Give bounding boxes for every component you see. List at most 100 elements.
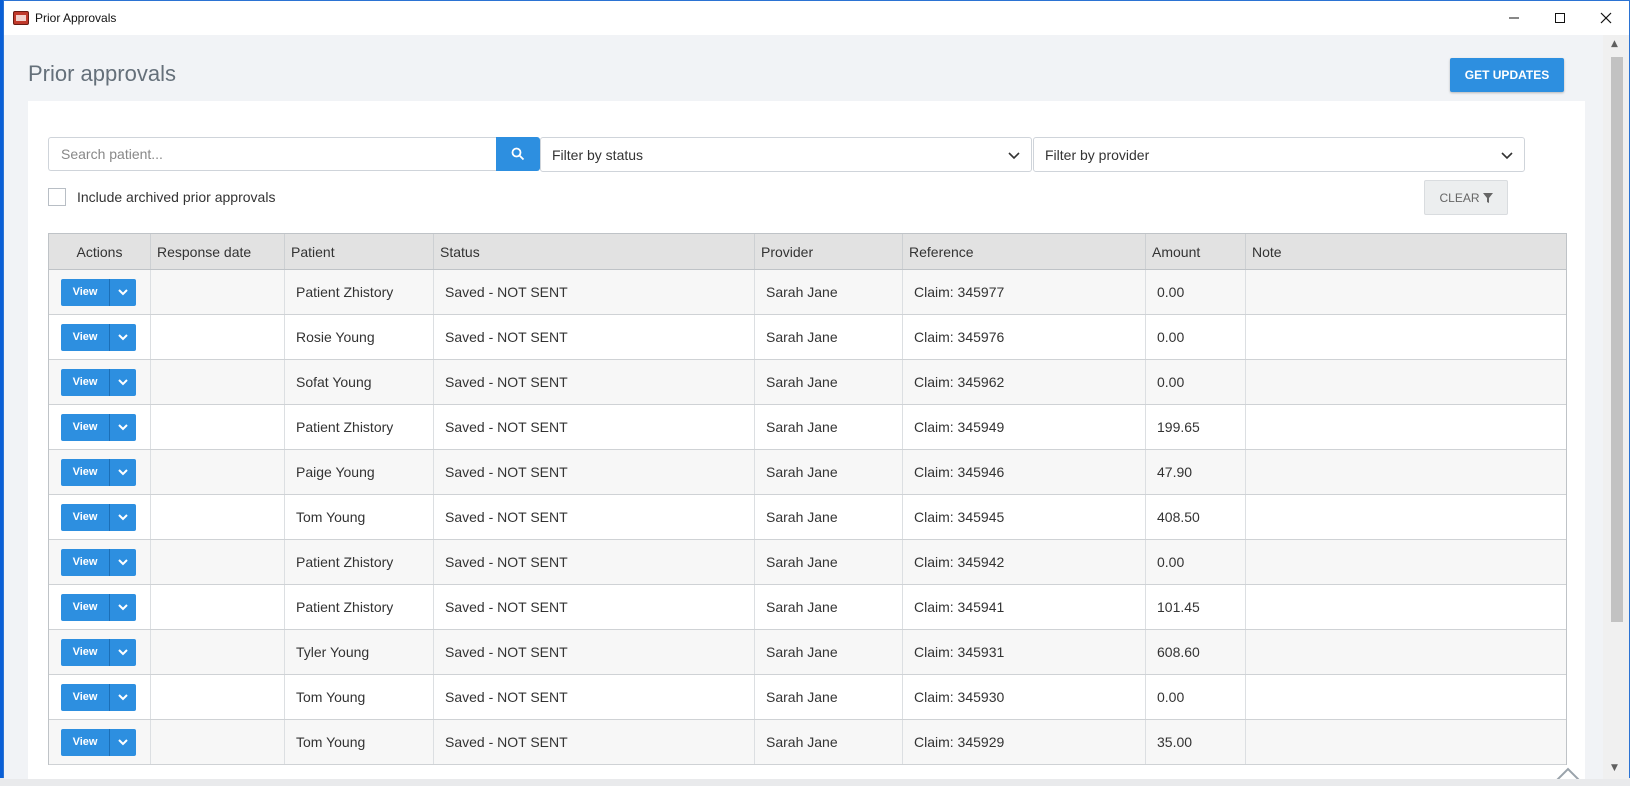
reference-cell: Claim: 345962 xyxy=(903,360,1146,404)
view-dropdown-toggle[interactable] xyxy=(109,323,136,351)
note-cell xyxy=(1246,720,1566,764)
view-dropdown-toggle[interactable] xyxy=(109,413,136,441)
clear-filters-button[interactable]: CLEAR xyxy=(1424,180,1508,215)
include-archived-checkbox[interactable] xyxy=(48,188,66,206)
view-dropdown-toggle[interactable] xyxy=(109,503,136,531)
scroll-down-icon[interactable]: ▼ xyxy=(1611,763,1618,773)
view-split-button: View xyxy=(61,638,136,666)
view-split-button: View xyxy=(61,278,136,306)
response-date-cell xyxy=(151,720,285,764)
note-cell xyxy=(1246,270,1566,314)
amount-cell: 0.00 xyxy=(1146,315,1246,359)
provider-cell: Sarah Jane xyxy=(755,315,903,359)
header-patient[interactable]: Patient xyxy=(285,234,434,269)
maximize-button[interactable] xyxy=(1537,1,1583,35)
view-dropdown-toggle[interactable] xyxy=(109,683,136,711)
view-split-button: View xyxy=(61,503,136,531)
header-reference[interactable]: Reference xyxy=(903,234,1146,269)
status-cell: Saved - NOT SENT xyxy=(434,630,755,674)
view-button[interactable]: View xyxy=(61,278,109,306)
table-row[interactable]: View Paige Young Saved - NOT SENT Sarah Jan… xyxy=(49,450,1566,495)
header-note[interactable]: Note xyxy=(1246,234,1566,269)
chevron-down-icon xyxy=(118,694,128,701)
view-button[interactable]: View xyxy=(61,548,109,576)
reference-cell: Claim: 345945 xyxy=(903,495,1146,539)
scroll-to-top-button[interactable] xyxy=(1550,765,1586,779)
scrollbar-thumb[interactable] xyxy=(1611,57,1623,622)
status-cell: Saved - NOT SENT xyxy=(434,675,755,719)
note-cell xyxy=(1246,495,1566,539)
view-button[interactable]: View xyxy=(61,323,109,351)
view-dropdown-toggle[interactable] xyxy=(109,638,136,666)
patient-cell: Tom Young xyxy=(285,495,434,539)
status-cell: Saved - NOT SENT xyxy=(434,360,755,404)
chevron-down-icon xyxy=(118,514,128,521)
provider-filter-select[interactable]: Filter by provider xyxy=(1033,137,1525,172)
table-row[interactable]: View Patient Zhistory Saved - NOT SENT Sara… xyxy=(49,540,1566,585)
patient-cell: Tyler Young xyxy=(285,630,434,674)
window-controls xyxy=(1491,1,1629,35)
note-cell xyxy=(1246,675,1566,719)
view-dropdown-toggle[interactable] xyxy=(109,368,136,396)
provider-cell: Sarah Jane xyxy=(755,585,903,629)
chevron-down-icon xyxy=(118,289,128,296)
filter-icon xyxy=(1482,192,1493,203)
header-response-date[interactable]: Response date xyxy=(151,234,285,269)
status-filter-value: Filter by status xyxy=(552,146,644,163)
view-button[interactable]: View xyxy=(61,728,109,756)
table-row[interactable]: View Tyler Young Saved - NOT SENT Sarah Jan… xyxy=(49,630,1566,675)
header-provider[interactable]: Provider xyxy=(755,234,903,269)
view-button[interactable]: View xyxy=(61,593,109,621)
close-button[interactable] xyxy=(1583,1,1629,35)
patient-cell: Tom Young xyxy=(285,675,434,719)
view-button[interactable]: View xyxy=(61,458,109,486)
scroll-up-icon[interactable]: ▲ xyxy=(1611,39,1618,49)
table-row[interactable]: View Rosie Young Saved - NOT SENT Sarah Jan… xyxy=(49,315,1566,360)
actions-cell: View xyxy=(49,360,151,404)
search-button[interactable] xyxy=(496,137,540,171)
patient-cell: Tom Young xyxy=(285,720,434,764)
table-row[interactable]: View Tom Young Saved - NOT SENT Sarah Jane C… xyxy=(49,495,1566,540)
amount-cell: 199.65 xyxy=(1146,405,1246,449)
get-updates-button[interactable]: GET UPDATES xyxy=(1450,58,1564,92)
table-row[interactable]: View Tom Young Saved - NOT SENT Sarah Jane C… xyxy=(49,675,1566,720)
table-row[interactable]: View Tom Young Saved - NOT SENT Sarah Jane C… xyxy=(49,720,1566,765)
chevron-down-icon xyxy=(118,424,128,431)
header-amount[interactable]: Amount xyxy=(1146,234,1246,269)
actions-cell: View xyxy=(49,675,151,719)
close-icon xyxy=(1600,12,1612,24)
table-row[interactable]: View Sofat Young Saved - NOT SENT Sarah Jan… xyxy=(49,360,1566,405)
minimize-button[interactable] xyxy=(1491,1,1537,35)
view-button[interactable]: View xyxy=(61,638,109,666)
note-cell xyxy=(1246,450,1566,494)
view-button[interactable]: View xyxy=(61,503,109,531)
view-dropdown-toggle[interactable] xyxy=(109,593,136,621)
actions-cell: View xyxy=(49,720,151,764)
status-filter-select[interactable]: Filter by status xyxy=(540,137,1032,172)
patient-cell: Paige Young xyxy=(285,450,434,494)
chevron-down-icon xyxy=(1008,152,1020,160)
patient-cell: Patient Zhistory xyxy=(285,540,434,584)
patient-cell: Rosie Young xyxy=(285,315,434,359)
view-dropdown-toggle[interactable] xyxy=(109,458,136,486)
note-cell xyxy=(1246,315,1566,359)
view-split-button: View xyxy=(61,413,136,441)
response-date-cell xyxy=(151,495,285,539)
provider-cell: Sarah Jane xyxy=(755,405,903,449)
search-icon xyxy=(511,147,525,161)
vertical-scrollbar[interactable]: ▲ ▼ xyxy=(1603,35,1629,779)
view-dropdown-toggle[interactable] xyxy=(109,728,136,756)
amount-cell: 101.45 xyxy=(1146,585,1246,629)
view-dropdown-toggle[interactable] xyxy=(109,548,136,576)
table-row[interactable]: View Patient Zhistory Saved - NOT SENT Sara… xyxy=(49,585,1566,630)
include-archived-label[interactable]: Include archived prior approvals xyxy=(77,189,275,205)
view-button[interactable]: View xyxy=(61,683,109,711)
table-row[interactable]: View Patient Zhistory Saved - NOT SENT Sara… xyxy=(49,405,1566,450)
view-button[interactable]: View xyxy=(61,368,109,396)
view-button[interactable]: View xyxy=(61,413,109,441)
view-dropdown-toggle[interactable] xyxy=(109,278,136,306)
search-input[interactable]: Search patient... xyxy=(48,137,496,171)
provider-cell: Sarah Jane xyxy=(755,360,903,404)
table-row[interactable]: View Patient Zhistory Saved - NOT SENT Sara… xyxy=(49,270,1566,315)
header-status[interactable]: Status xyxy=(434,234,755,269)
